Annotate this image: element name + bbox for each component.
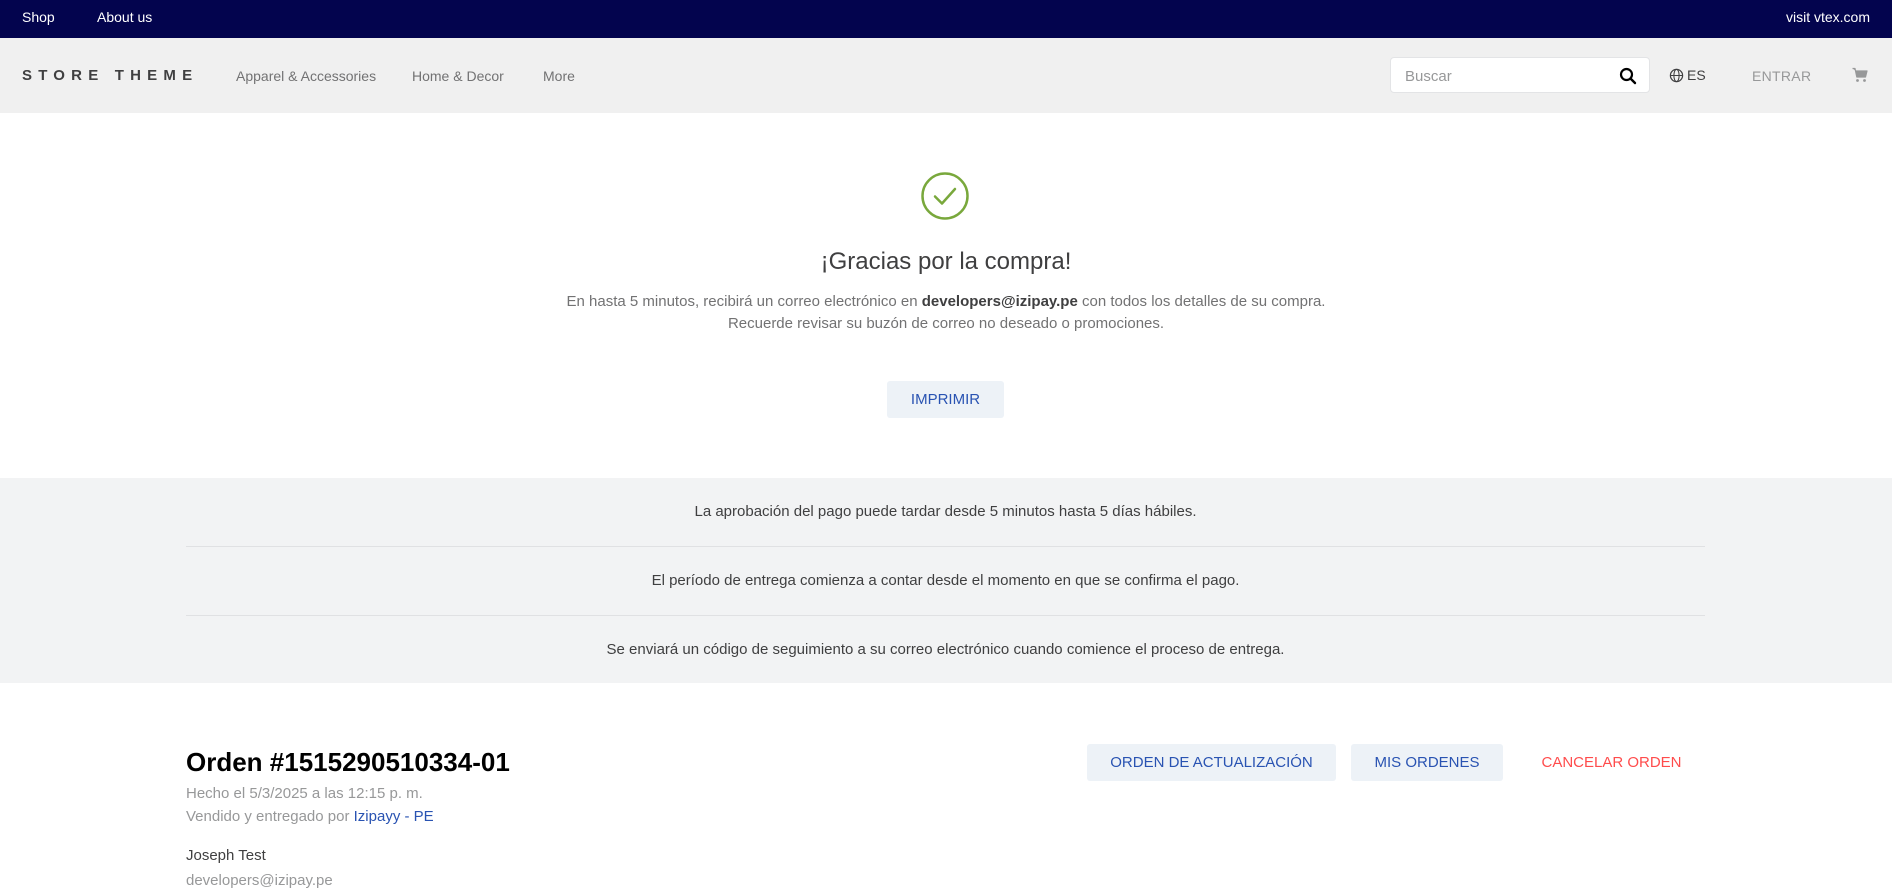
update-order-button[interactable]: ORDEN DE ACTUALIZACIÓN (1087, 744, 1336, 781)
globe-icon (1669, 68, 1684, 82)
main-header: STORE THEME Apparel & Accessories Home &… (0, 38, 1892, 113)
spam-reminder: Recuerde revisar su buzón de correo no d… (727, 315, 1165, 332)
thanks-message-suffix: con todos los detalles de su compra. (1077, 293, 1326, 310)
info-payment-approval: La aprobación del pago puede tardar desd… (694, 503, 1197, 520)
language-selector[interactable]: ES (1669, 67, 1706, 83)
thanks-message-prefix: En hasta 5 minutos, recibirá un correo e… (566, 293, 922, 310)
thanks-message: En hasta 5 minutos, recibirá un correo e… (0, 293, 1892, 310)
seller-link[interactable]: Izipayy - PE (354, 808, 434, 825)
cancel-order-button[interactable]: CANCELAR ORDEN (1518, 744, 1705, 781)
topbar-link-visit-vtex[interactable]: visit vtex.com (1786, 9, 1870, 25)
print-button[interactable]: IMPRIMIR (887, 381, 1004, 418)
thanks-title: ¡Gracias por la compra! (820, 248, 1072, 275)
divider (186, 546, 1705, 547)
store-logo[interactable]: STORE THEME (22, 67, 198, 84)
nav-item-more[interactable]: More (543, 68, 575, 84)
customer-name: Joseph Test (186, 847, 266, 864)
order-seller: Vendido y entregado por Izipayy - PE (186, 808, 434, 825)
nav-item-home-decor[interactable]: Home & Decor (412, 68, 504, 84)
divider (186, 615, 1705, 616)
topbar-link-shop[interactable]: Shop (22, 9, 55, 25)
order-date: Hecho el 5/3/2025 a las 12:15 p. m. (186, 785, 423, 802)
nav-item-apparel[interactable]: Apparel & Accessories (236, 68, 376, 84)
login-button[interactable]: ENTRAR (1752, 68, 1811, 84)
order-seller-prefix: Vendido y entregado por (186, 808, 354, 825)
topbar-link-about[interactable]: About us (97, 9, 152, 25)
search-bar (1390, 57, 1650, 93)
customer-email: developers@izipay.pe (186, 872, 333, 889)
cart-icon[interactable] (1852, 67, 1868, 83)
info-delivery-period: El período de entrega comienza a contar … (651, 572, 1240, 589)
customer-email-highlight: developers@izipay.pe (921, 293, 1078, 310)
language-label: ES (1687, 67, 1706, 83)
search-icon[interactable] (1619, 67, 1637, 85)
my-orders-button[interactable]: MIS ORDENES (1351, 744, 1503, 781)
info-band: La aprobación del pago puede tardar desd… (0, 478, 1892, 683)
top-bar: Shop About us visit vtex.com (0, 0, 1892, 38)
order-title: Orden #1515290510334-01 (186, 747, 510, 777)
check-circle-icon (921, 172, 969, 220)
info-tracking-code: Se enviará un código de seguimiento a su… (606, 641, 1285, 658)
search-input[interactable] (1405, 66, 1605, 86)
